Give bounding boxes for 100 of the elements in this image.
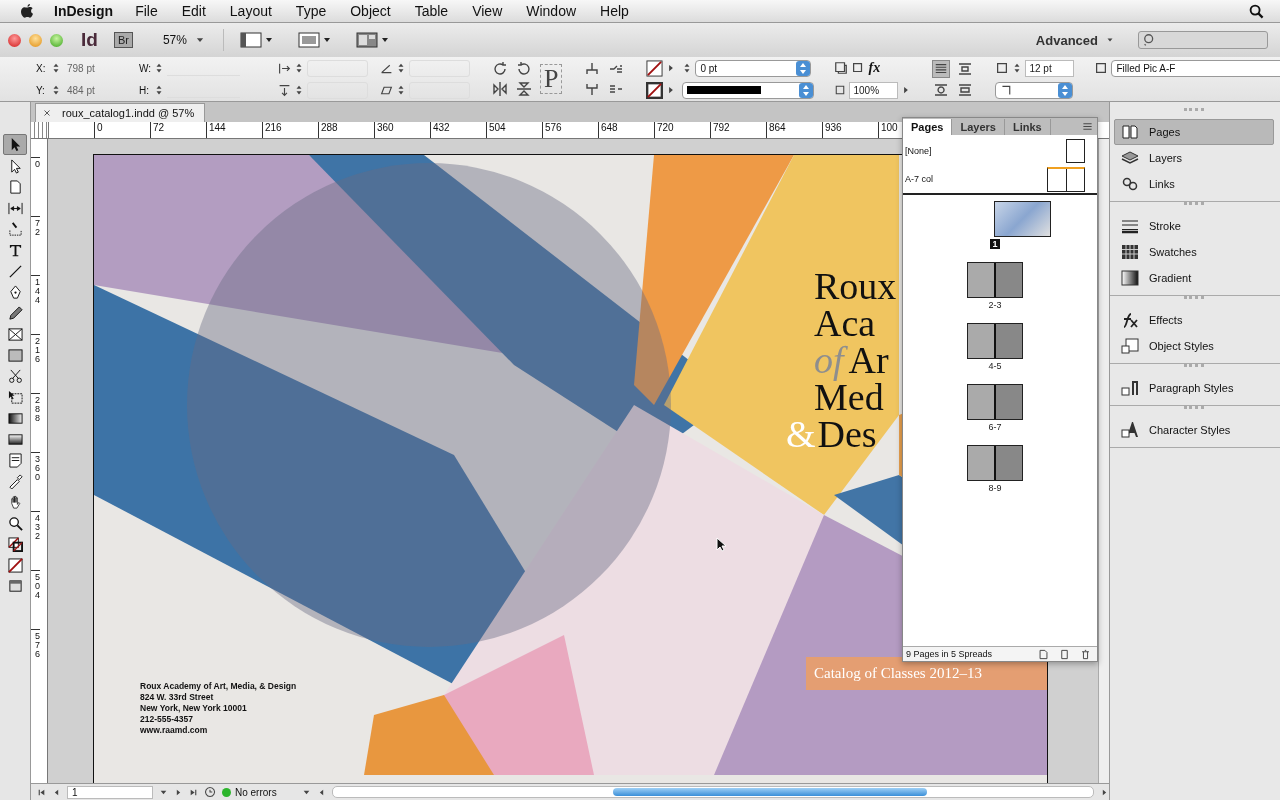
corner-size-field[interactable]: 12 pt	[1025, 59, 1075, 77]
menu-item[interactable]: Help	[600, 3, 629, 19]
flip-vertical-icon[interactable]	[516, 81, 532, 97]
page-number-label[interactable]: 1	[990, 239, 1000, 249]
zoom-level-text[interactable]: 57%	[162, 33, 187, 47]
menu-item[interactable]: View	[472, 3, 503, 19]
menu-item[interactable]: Layout	[229, 3, 272, 19]
page-number-label[interactable]: 8-9	[986, 483, 1004, 493]
opacity-field[interactable]: 100%	[849, 81, 899, 99]
spread-thumbnail[interactable]	[967, 262, 1023, 298]
flip-horizontal-icon[interactable]	[492, 81, 508, 97]
page-number-label[interactable]: 6-7	[986, 422, 1004, 432]
menu-item[interactable]: Object	[350, 3, 391, 19]
effects-icon[interactable]: fx	[868, 60, 881, 76]
search-field[interactable]	[1138, 31, 1268, 49]
first-page-icon[interactable]	[37, 787, 46, 797]
object-style-dropdown[interactable]: Filled Pic A-F	[1111, 59, 1280, 77]
cover-page-thumbnail[interactable]	[994, 201, 1051, 237]
corner-options-icon[interactable]	[995, 61, 1010, 75]
stepper-icon[interactable]	[51, 63, 61, 73]
stepper-icon[interactable]	[154, 63, 164, 73]
tool-button[interactable]	[3, 134, 27, 155]
panel-menu-icon[interactable]	[1082, 121, 1093, 132]
apple-logo-icon[interactable]	[20, 3, 34, 19]
panel-button[interactable]: Stroke	[1114, 213, 1274, 239]
stepper-icon[interactable]	[154, 85, 164, 95]
previous-page-icon[interactable]	[52, 787, 61, 797]
stepper-arrows-icon[interactable]	[796, 60, 811, 76]
jump-object-icon[interactable]	[957, 82, 974, 98]
stepper-icon[interactable]	[294, 85, 304, 95]
menu-item[interactable]: Window	[526, 3, 577, 19]
page-number-field[interactable]: 1	[67, 785, 153, 799]
trash-icon[interactable]	[1080, 648, 1091, 660]
stepper-icon[interactable]	[396, 85, 406, 95]
spread-thumbnail[interactable]	[967, 445, 1023, 481]
no-text-wrap-button[interactable]	[932, 60, 951, 78]
search-icon[interactable]	[1249, 3, 1264, 19]
vertical-scrollbar[interactable]	[1098, 139, 1109, 783]
panel-button[interactable]: Effects	[1114, 307, 1274, 333]
close-button[interactable]	[8, 33, 21, 47]
scroll-left-icon[interactable]	[317, 787, 326, 797]
view-options-icon[interactable]	[239, 32, 274, 48]
spread-thumbnail[interactable]	[967, 323, 1023, 359]
panel-button[interactable]: Object Styles	[1114, 333, 1274, 359]
menu-item[interactable]: Table	[414, 3, 449, 19]
caret-down-icon[interactable]	[1106, 36, 1114, 44]
rotate-counterclockwise-icon[interactable]	[516, 61, 532, 77]
stepper-arrows-icon[interactable]	[1058, 82, 1073, 98]
next-page-icon[interactable]	[174, 787, 183, 797]
panel-tab[interactable]: Links	[1004, 118, 1051, 135]
page-number-label[interactable]: 4-5	[986, 361, 1004, 371]
close-icon[interactable]	[42, 108, 52, 118]
y-position-field[interactable]: 484 pt	[64, 82, 133, 98]
hierarchy-icon[interactable]	[584, 61, 601, 77]
frame-grid-icon[interactable]: P	[540, 64, 563, 94]
preflight-menu[interactable]: No errors	[222, 786, 296, 798]
fill-swatch-icon[interactable]	[646, 59, 664, 77]
spread-thumbnail[interactable]	[967, 384, 1023, 420]
panel-button[interactable]: Gradient	[1114, 265, 1274, 291]
stepper-icon[interactable]	[51, 85, 61, 95]
menu-item[interactable]: File	[135, 3, 158, 19]
stepper-icon[interactable]	[396, 63, 406, 73]
bridge-button[interactable]: Br	[113, 32, 133, 48]
stepper-icon[interactable]	[294, 63, 304, 73]
wrap-bounding-box-icon[interactable]	[957, 61, 974, 77]
stroke-weight-dropdown[interactable]: 0 pt	[695, 59, 812, 77]
scroll-thumb[interactable]	[613, 788, 927, 796]
master-page-label[interactable]: A-7 col	[905, 174, 933, 184]
edit-page-size-icon[interactable]	[1038, 648, 1049, 660]
rotate-clockwise-icon[interactable]	[492, 61, 508, 77]
new-page-icon[interactable]	[1059, 648, 1070, 660]
screen-mode-icon[interactable]	[297, 32, 332, 48]
drop-shadow-icon[interactable]	[834, 61, 849, 75]
panel-button[interactable]: Pages	[1114, 119, 1274, 145]
workspace-menu[interactable]: Advanced	[1035, 32, 1098, 48]
ruler-origin[interactable]	[31, 122, 49, 138]
menu-item[interactable]: Edit	[181, 3, 206, 19]
app-menu[interactable]: InDesign	[54, 3, 114, 19]
master-page-label[interactable]: [None]	[905, 146, 932, 156]
page-number-label[interactable]: 2-3	[986, 300, 1004, 310]
panel-tab[interactable]: Layers	[952, 118, 1005, 135]
x-position-field[interactable]: 798 pt	[64, 60, 133, 76]
panel-button[interactable]: Swatches	[1114, 239, 1274, 265]
corner-shape-dropdown[interactable]	[995, 81, 1074, 99]
document-tab[interactable]: roux_catalog1.indd @ 57%	[35, 103, 206, 122]
open-document-icon[interactable]	[204, 786, 216, 798]
panel-button[interactable]: Links	[1114, 171, 1274, 197]
panel-button[interactable]: Paragraph Styles	[1114, 375, 1274, 401]
horizontal-scrollbar[interactable]	[332, 786, 1094, 798]
panel-tab[interactable]: Pages	[903, 118, 953, 135]
stroke-swatch-icon[interactable]	[646, 81, 664, 99]
menu-item[interactable]: Type	[295, 3, 327, 19]
master-spread-thumbnail[interactable]	[1047, 166, 1085, 192]
panel-button[interactable]: Character Styles	[1114, 417, 1274, 443]
master-page-thumbnail[interactable]	[1066, 139, 1085, 163]
hierarchy-icon[interactable]	[584, 81, 601, 97]
stepper-arrows-icon[interactable]	[799, 82, 814, 98]
arrange-documents-icon[interactable]	[355, 32, 390, 48]
last-page-icon[interactable]	[189, 787, 198, 797]
stroke-type-dropdown[interactable]	[682, 81, 815, 99]
